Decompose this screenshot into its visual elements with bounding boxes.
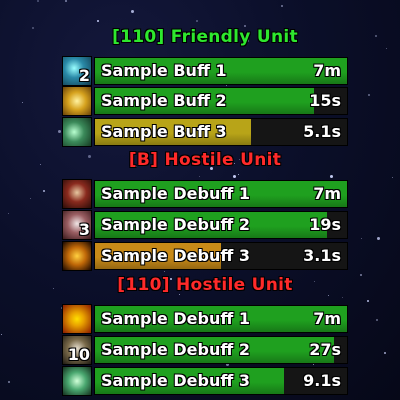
aura-bar[interactable]: Sample Buff 2 15s bbox=[62, 86, 348, 116]
aura-time-remaining: 7m bbox=[313, 309, 341, 328]
aura-bar[interactable]: Sample Debuff 1 7m bbox=[62, 179, 348, 209]
aura-bar[interactable]: Sample Debuff 3 9.1s bbox=[62, 366, 348, 396]
aura-time-remaining: 5.1s bbox=[303, 122, 341, 141]
stack-count: 2 bbox=[78, 66, 90, 85]
unit-title-friendly: [110] Friendly Unit bbox=[112, 27, 298, 47]
stack-count: 3 bbox=[78, 220, 90, 239]
unit-title-hostile: [110] Hostile Unit bbox=[117, 275, 293, 295]
stack-count: 10 bbox=[67, 345, 90, 364]
bar-track: Sample Debuff 1 7m bbox=[94, 180, 348, 208]
debuff-skull-icon: 10 bbox=[62, 335, 92, 365]
aura-time-remaining: 7m bbox=[313, 61, 341, 80]
aura-name: Sample Debuff 2 bbox=[101, 215, 250, 234]
bar-track: Sample Debuff 3 3.1s bbox=[94, 242, 348, 270]
bar-track: Sample Debuff 1 7m bbox=[94, 305, 348, 333]
aura-bar[interactable]: 3 Sample Debuff 2 19s bbox=[62, 210, 348, 240]
buff-swirl-icon: 2 bbox=[62, 56, 92, 86]
debuff-orb-icon bbox=[62, 366, 92, 396]
aura-bar[interactable]: Sample Debuff 3 3.1s bbox=[62, 241, 348, 271]
aura-tracker: [110] Friendly Unit 2 Sample Buff 1 7m Sam… bbox=[0, 0, 400, 400]
bar-track: Sample Buff 1 7m bbox=[94, 57, 348, 85]
debuff-radiation-icon bbox=[62, 304, 92, 334]
aura-time-remaining: 3.1s bbox=[303, 246, 341, 265]
bar-track: Sample Debuff 2 27s bbox=[94, 336, 348, 364]
bar-track: Sample Buff 3 5.1s bbox=[94, 118, 348, 146]
aura-name: Sample Buff 3 bbox=[101, 122, 227, 141]
debuff-warrior-icon bbox=[62, 179, 92, 209]
aura-time-remaining: 7m bbox=[313, 184, 341, 203]
aura-name: Sample Debuff 3 bbox=[101, 371, 250, 390]
aura-name: Sample Buff 2 bbox=[101, 91, 227, 110]
unit-title-hostile-boss: [B] Hostile Unit bbox=[128, 150, 282, 170]
aura-name: Sample Debuff 1 bbox=[101, 309, 250, 328]
aura-bar[interactable]: Sample Buff 3 5.1s bbox=[62, 117, 348, 147]
aura-bar[interactable]: Sample Debuff 1 7m bbox=[62, 304, 348, 334]
bar-track: Sample Buff 2 15s bbox=[94, 87, 348, 115]
aura-time-remaining: 19s bbox=[309, 215, 341, 234]
aura-name: Sample Debuff 2 bbox=[101, 340, 250, 359]
aura-name: Sample Debuff 1 bbox=[101, 184, 250, 203]
bar-track: Sample Debuff 3 9.1s bbox=[94, 367, 348, 395]
bar-track: Sample Debuff 2 19s bbox=[94, 211, 348, 239]
aura-bar[interactable]: 2 Sample Buff 1 7m bbox=[62, 56, 348, 86]
aura-time-remaining: 27s bbox=[309, 340, 341, 359]
debuff-claw-icon bbox=[62, 241, 92, 271]
debuff-bone-icon: 3 bbox=[62, 210, 92, 240]
aura-time-remaining: 15s bbox=[309, 91, 341, 110]
aura-name: Sample Debuff 3 bbox=[101, 246, 250, 265]
aura-bar[interactable]: 10 Sample Debuff 2 27s bbox=[62, 335, 348, 365]
aura-name: Sample Buff 1 bbox=[101, 61, 227, 80]
aura-time-remaining: 9.1s bbox=[303, 371, 341, 390]
buff-nature-icon bbox=[62, 117, 92, 147]
buff-gold-icon bbox=[62, 86, 92, 116]
